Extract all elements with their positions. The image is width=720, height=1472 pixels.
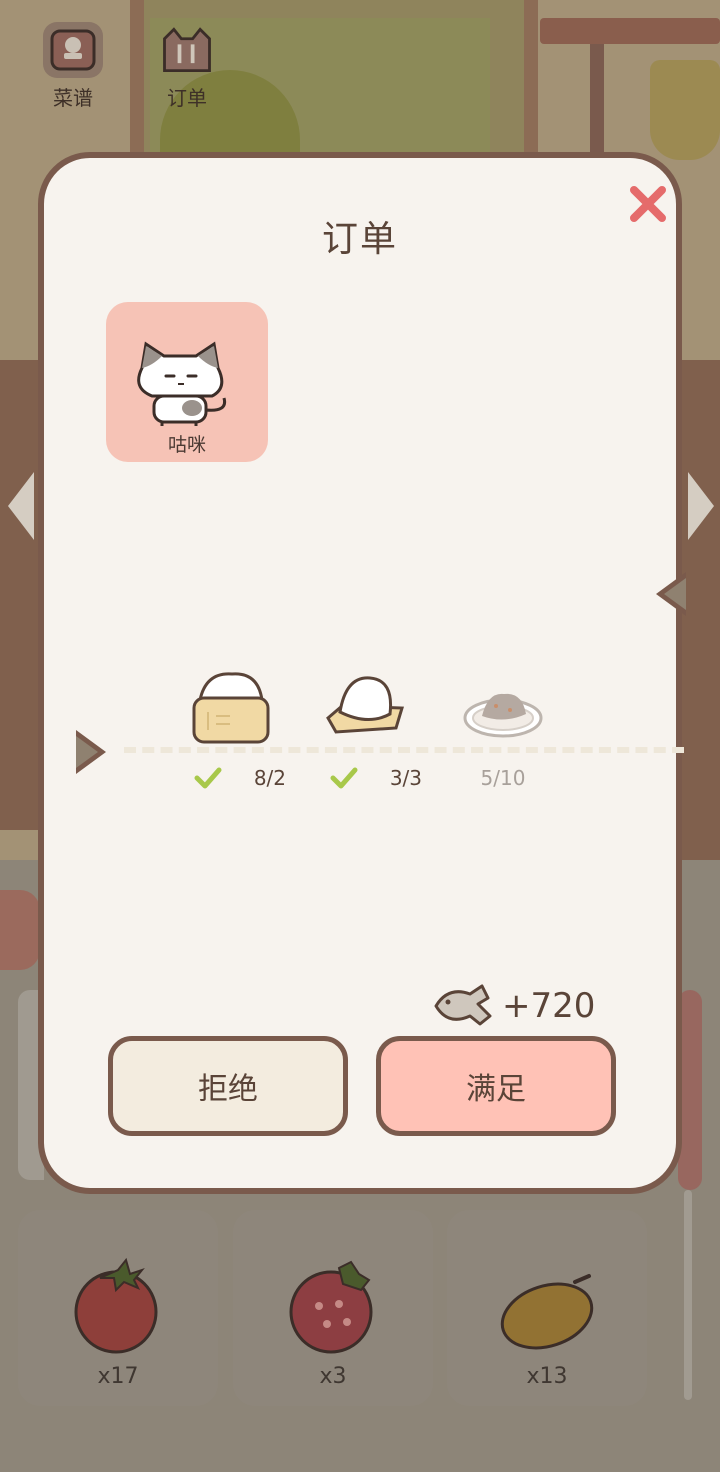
dish-status-text: 8/2 [253,766,286,790]
mochi-on-tray-icon [326,676,404,734]
stew-plate-icon [463,693,543,738]
nav-recipes-button[interactable]: 菜谱 [28,22,118,111]
recipe-book-icon [43,22,103,78]
customer-card[interactable]: 咕咪 [106,302,268,462]
order-dish: 5/10 [448,668,558,790]
previous-arrow-icon[interactable] [8,472,34,540]
strawberry-icon [289,1260,373,1354]
close-icon[interactable] [624,180,672,228]
order-dish: 8/2 [176,668,286,790]
next-arrow-icon[interactable] [688,472,714,540]
dish-status-text: 5/10 [480,766,526,790]
hanging-towel [650,60,720,160]
fish-coin-icon [434,984,492,1026]
nav-orders-button[interactable]: 订单 [142,22,232,111]
reward: +720 [432,984,595,1028]
accept-button[interactable]: 满足 [376,1036,616,1136]
cat-utensils-icon [157,22,217,78]
check-icon [330,767,358,789]
nav-orders-label: 订单 [167,86,207,110]
inventory-slot[interactable]: x3 [233,1210,433,1406]
inventory-count: x3 [319,1364,347,1389]
refuse-button[interactable]: 拒绝 [108,1036,348,1136]
inventory-slot[interactable]: x13 [447,1210,647,1406]
mango-icon [500,1274,594,1350]
customer-name: 咕咪 [167,434,206,456]
order-dialog: 订单 咕咪 8/2 3/3 5/10 +720 拒绝 满足 [38,152,684,1194]
dialog-title: 订单 [321,219,398,260]
steamed-buns-basket-icon [192,672,270,744]
inventory-count: x13 [526,1364,568,1389]
inventory-slot[interactable]: x17 [18,1210,218,1406]
order-dish: 3/3 [312,668,422,790]
nav-recipes-label: 菜谱 [53,86,93,110]
reward-value: +720 [502,986,596,1026]
shelf [540,18,720,44]
tomato-icon [74,1257,158,1354]
dish-status-text: 3/3 [389,766,422,790]
inventory-count: x17 [97,1364,139,1389]
cat-customer-icon [137,341,227,426]
check-icon [194,767,222,789]
